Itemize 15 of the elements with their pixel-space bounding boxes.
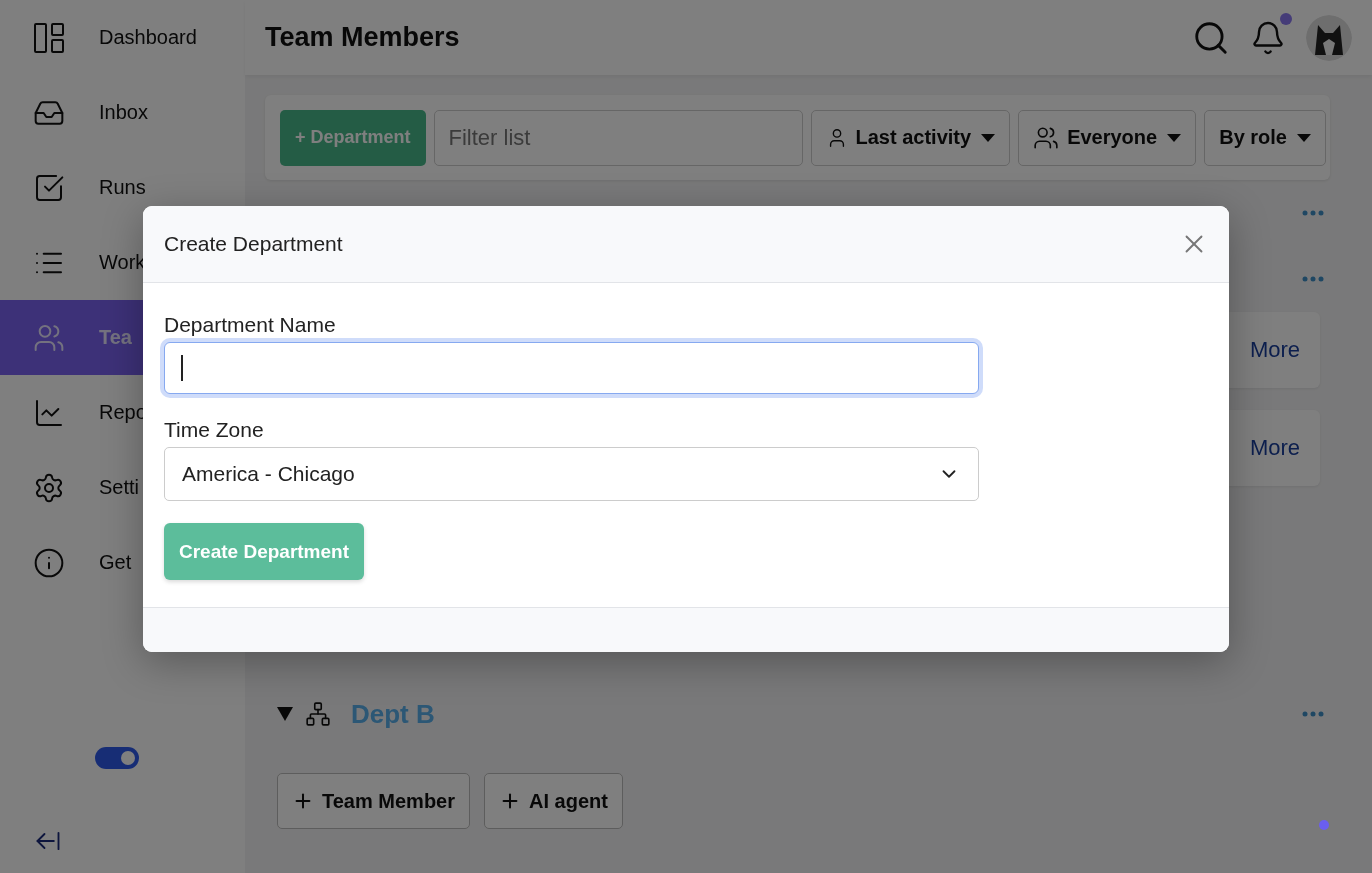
more-link[interactable]: More <box>1249 337 1300 363</box>
field-label: Time Zone <box>164 418 264 442</box>
add-member-button[interactable]: Team Member <box>277 773 470 829</box>
nav-item[interactable]: Runs <box>0 150 245 225</box>
more-link[interactable]: More <box>1249 435 1300 461</box>
add-member-button[interactable]: AI agent <box>484 773 623 829</box>
filter-dropdown[interactable]: Last activity <box>810 109 1011 166</box>
filter-field[interactable]: Filter list <box>433 109 803 166</box>
time-zone-select[interactable]: America - Chicago <box>164 447 979 501</box>
dialog-title: Create Department <box>164 232 343 256</box>
nav-item[interactable]: Inbox <box>0 75 245 150</box>
filter-dropdown[interactable]: By role <box>1204 109 1326 166</box>
nav-item[interactable]: Dashboard <box>0 0 245 75</box>
filter-dropdown[interactable]: Everyone <box>1018 109 1197 166</box>
page-title: Team Members <box>265 22 461 53</box>
